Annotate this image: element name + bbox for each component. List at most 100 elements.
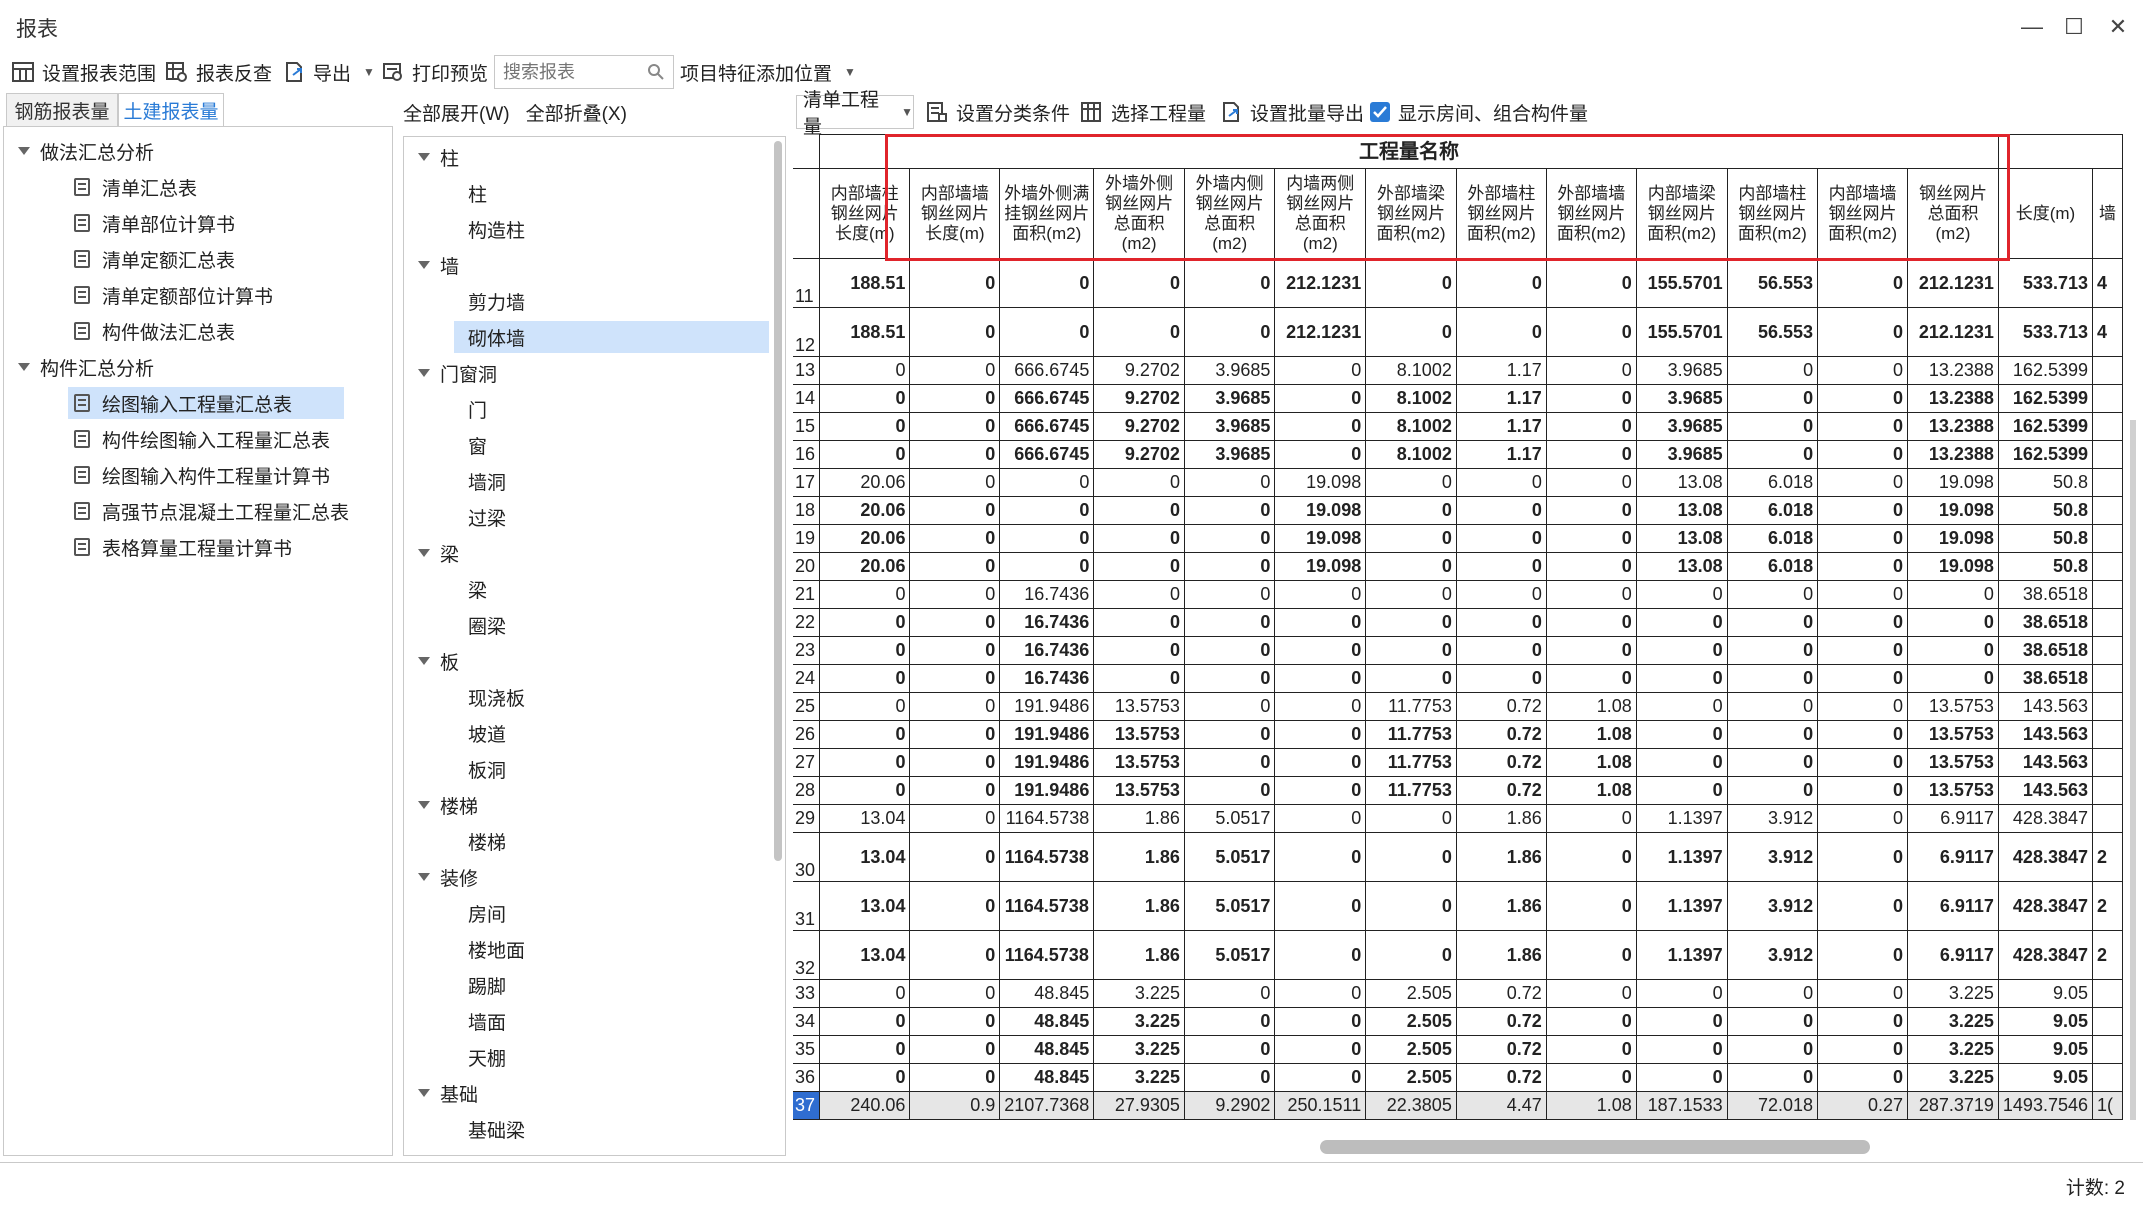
table-cell[interactable]: 0 bbox=[1545, 930, 1637, 980]
table-cell[interactable]: 5.0517 bbox=[1183, 804, 1276, 833]
row-number[interactable]: 21 bbox=[793, 580, 821, 609]
component-item[interactable]: 现浇板 bbox=[468, 681, 525, 713]
mid-scrollbar[interactable] bbox=[774, 141, 782, 861]
table-cell[interactable]: 0 bbox=[1817, 496, 1909, 525]
table-cell[interactable]: 0 bbox=[1183, 552, 1276, 581]
table-cell[interactable]: 0 bbox=[1183, 979, 1276, 1008]
row-number[interactable]: 15 bbox=[793, 412, 821, 441]
column-header[interactable]: 外墙外侧满挂钢丝网片面积(m2) bbox=[999, 168, 1095, 259]
table-cell[interactable]: 0 bbox=[1545, 307, 1637, 357]
table-cell[interactable]: 0.72 bbox=[1455, 748, 1547, 777]
column-header[interactable]: 内部墙梁钢丝网片面积(m2) bbox=[1635, 168, 1728, 259]
table-cell[interactable]: 6.9117 bbox=[1907, 804, 1999, 833]
table-cell[interactable]: 0 bbox=[1907, 580, 1999, 609]
table-cell[interactable]: 3.9685 bbox=[1183, 440, 1276, 469]
table-cell[interactable]: 19.098 bbox=[1274, 552, 1367, 581]
table-cell[interactable]: 0 bbox=[1726, 692, 1819, 721]
table-cell[interactable]: 0 bbox=[1545, 496, 1637, 525]
table-cell[interactable]: 1.1397 bbox=[1635, 881, 1728, 931]
table-cell[interactable]: 0 bbox=[1817, 580, 1909, 609]
table-cell[interactable]: 11.7753 bbox=[1365, 720, 1457, 749]
table-cell[interactable]: 3.225 bbox=[1093, 979, 1185, 1008]
table-cell[interactable]: 8.1002 bbox=[1365, 440, 1457, 469]
tree-item[interactable]: 绘图输入构件工程量计算书 bbox=[74, 459, 330, 491]
table-cell[interactable] bbox=[2092, 580, 2123, 609]
table-cell[interactable]: 0 bbox=[1545, 804, 1637, 833]
table-cell[interactable]: 162.5399 bbox=[1997, 384, 2094, 413]
table-cell[interactable]: 19.098 bbox=[1274, 496, 1367, 525]
column-header[interactable]: 内部墙墙钢丝网片面积(m2) bbox=[1817, 168, 1909, 259]
table-cell[interactable]: 16.7436 bbox=[999, 608, 1095, 637]
component-group[interactable]: 装修 bbox=[418, 861, 478, 893]
component-item[interactable]: 楼梯 bbox=[468, 825, 506, 857]
row-number[interactable]: 30 bbox=[793, 832, 821, 882]
table-cell[interactable]: 0 bbox=[1365, 881, 1457, 931]
table-cell[interactable]: 0 bbox=[1274, 804, 1367, 833]
table-cell[interactable]: 16.7436 bbox=[999, 664, 1095, 693]
table-cell[interactable]: 4.47 bbox=[1455, 1091, 1547, 1120]
table-cell[interactable]: 13.2388 bbox=[1907, 440, 1999, 469]
table-row[interactable]: 21 0 0 16.7436 0 0 0 0 0 0 0 0 0 0 38.6518 bbox=[793, 580, 2123, 609]
table-cell[interactable]: 0 bbox=[909, 832, 1001, 882]
component-item[interactable]: 楼地面 bbox=[468, 933, 525, 965]
table-cell[interactable]: 0 bbox=[819, 748, 911, 777]
table-cell[interactable]: 0 bbox=[1726, 720, 1819, 749]
table-cell[interactable]: 1.08 bbox=[1545, 1091, 1637, 1120]
table-cell[interactable]: 1.08 bbox=[1545, 692, 1637, 721]
component-item[interactable]: 圈梁 bbox=[468, 609, 506, 641]
table-cell[interactable]: 0 bbox=[1635, 748, 1728, 777]
tree-item[interactable]: 高强节点混凝土工程量汇总表 bbox=[74, 495, 349, 527]
table-cell[interactable]: 13.08 bbox=[1635, 468, 1728, 497]
table-cell[interactable]: 2 bbox=[2092, 881, 2123, 931]
table-row[interactable]: 19 20.06 0 0 0 0 19.098 0 0 0 13.08 6.018 0 19.098 50.… bbox=[793, 524, 2123, 553]
table-cell[interactable]: 0 bbox=[1545, 608, 1637, 637]
table-cell[interactable]: 162.5399 bbox=[1997, 440, 2094, 469]
table-cell[interactable]: 0 bbox=[1455, 552, 1547, 581]
table-cell[interactable]: 0 bbox=[1817, 748, 1909, 777]
table-row[interactable]: 17 20.06 0 0 0 0 19.098 0 0 0 13.08 6.018 0 19.098 50.… bbox=[793, 468, 2123, 497]
table-cell[interactable]: 0 bbox=[999, 496, 1095, 525]
reverse-check-button[interactable]: 报表反查 bbox=[166, 50, 272, 94]
table-cell[interactable]: 72.018 bbox=[1726, 1091, 1819, 1120]
table-row[interactable]: 25 0 0 191.9486 13.5753 0 0 11.7753 0.72 1.08 0 0 0 1… bbox=[793, 692, 2123, 721]
table-cell[interactable]: 16.7436 bbox=[999, 636, 1095, 665]
table-cell[interactable]: 0 bbox=[1726, 979, 1819, 1008]
table-cell[interactable]: 3.912 bbox=[1726, 832, 1819, 882]
table-cell[interactable]: 0 bbox=[999, 258, 1095, 308]
table-cell[interactable]: 533.713 bbox=[1997, 307, 2094, 357]
table-cell[interactable]: 0 bbox=[819, 1063, 911, 1092]
row-number[interactable]: 18 bbox=[793, 496, 821, 525]
vertical-scrollbar[interactable] bbox=[2130, 420, 2136, 1120]
table-cell[interactable]: 0 bbox=[1635, 608, 1728, 637]
table-cell[interactable]: 0 bbox=[1726, 1007, 1819, 1036]
tree-item[interactable]: 清单定额部位计算书 bbox=[74, 279, 273, 311]
table-cell[interactable]: 0 bbox=[1274, 930, 1367, 980]
table-cell[interactable]: 0 bbox=[1183, 580, 1276, 609]
table-cell[interactable]: 0 bbox=[1817, 881, 1909, 931]
table-cell[interactable]: 0 bbox=[1365, 496, 1457, 525]
table-cell[interactable]: 9.2702 bbox=[1093, 384, 1185, 413]
table-cell[interactable] bbox=[2092, 748, 2123, 777]
table-cell[interactable]: 0 bbox=[1183, 524, 1276, 553]
table-cell[interactable]: 0 bbox=[1635, 776, 1728, 805]
table-cell[interactable]: 6.9117 bbox=[1907, 930, 1999, 980]
table-cell[interactable]: 4 bbox=[2092, 258, 2123, 308]
table-cell[interactable]: 0 bbox=[1455, 496, 1547, 525]
table-row[interactable]: 12 188.51 0 0 0 0 212.1231 0 0 0 155.5701 56.553 0 21… bbox=[793, 307, 2123, 357]
row-number[interactable]: 20 bbox=[793, 552, 821, 581]
tree-group-component[interactable]: 构件汇总分析 bbox=[18, 351, 154, 383]
table-cell[interactable]: 0 bbox=[1817, 412, 1909, 441]
table-cell[interactable]: 0 bbox=[1545, 881, 1637, 931]
table-row[interactable]: 15 0 0 666.6745 9.2702 3.9685 0 8.1002 1.17 0 3.96… bbox=[793, 412, 2123, 441]
row-number[interactable]: 14 bbox=[793, 384, 821, 413]
table-row[interactable]: 16 0 0 666.6745 9.2702 3.9685 0 8.1002 1.17 0 3.96… bbox=[793, 440, 2123, 469]
table-cell[interactable]: 0 bbox=[1365, 307, 1457, 357]
table-cell[interactable]: 0 bbox=[1726, 580, 1819, 609]
table-cell[interactable]: 0 bbox=[1455, 636, 1547, 665]
table-cell[interactable]: 2107.7368 bbox=[999, 1091, 1095, 1120]
horizontal-scrollbar[interactable] bbox=[1320, 1140, 1870, 1154]
row-number[interactable]: 37 bbox=[793, 1091, 821, 1120]
table-cell[interactable]: 0 bbox=[909, 356, 1001, 385]
table-cell[interactable]: 0 bbox=[1455, 608, 1547, 637]
table-cell[interactable]: 6.9117 bbox=[1907, 881, 1999, 931]
